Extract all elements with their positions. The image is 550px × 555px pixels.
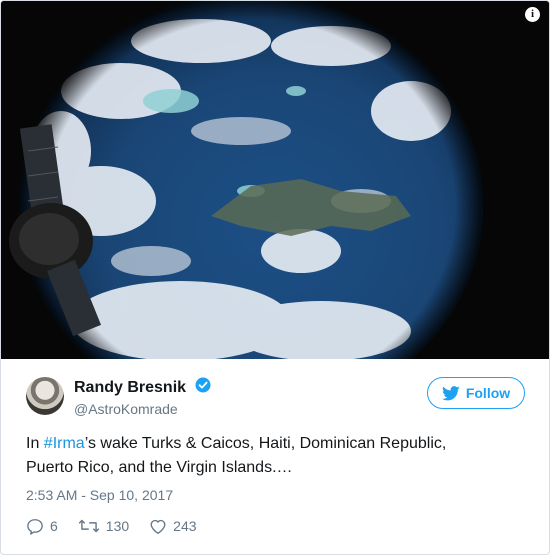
tweet-card: i Randy Bresnik @AstroKomrade Follow In … — [0, 0, 550, 555]
tweet-text-prefix: In — [26, 435, 44, 452]
retweet-button[interactable]: 130 — [78, 518, 129, 534]
follow-button[interactable]: Follow — [427, 377, 525, 409]
follow-label: Follow — [465, 385, 511, 401]
author-handle[interactable]: @AstroKomrade — [74, 401, 211, 417]
twitter-bird-icon — [441, 385, 460, 400]
avatar[interactable] — [26, 377, 64, 415]
tweet-text-line1: ’s wake Turks & Caicos, Haiti, Dominican… — [84, 435, 447, 452]
tweet-header: Randy Bresnik @AstroKomrade Follow — [26, 375, 525, 419]
tweet-text: In #Irma’s wake Turks & Caicos, Haiti, D… — [26, 432, 526, 480]
reply-count: 6 — [50, 518, 58, 534]
hashtag-link[interactable]: #Irma — [44, 435, 85, 452]
tweet-text-line2: Puerto Rico, and the Virgin Islands.… — [26, 459, 293, 476]
author-block[interactable]: Randy Bresnik @AstroKomrade — [74, 377, 211, 417]
reply-icon — [27, 518, 43, 535]
tweet-actions: 6 130 243 — [26, 515, 217, 537]
author-name[interactable]: Randy Bresnik — [74, 379, 186, 397]
info-icon[interactable]: i — [525, 7, 540, 22]
tweet-photo[interactable]: i — [1, 1, 549, 359]
retweet-count: 130 — [105, 518, 130, 534]
verified-badge-icon — [195, 377, 211, 398]
earth-from-space-photo — [1, 1, 549, 359]
reply-button[interactable]: 6 — [26, 518, 58, 535]
like-button[interactable]: 243 — [149, 518, 197, 535]
like-count: 243 — [173, 518, 197, 534]
tweet-timestamp[interactable]: 2:53 AM - Sep 10, 2017 — [26, 487, 173, 503]
like-icon — [150, 519, 166, 534]
retweet-icon — [78, 519, 99, 533]
